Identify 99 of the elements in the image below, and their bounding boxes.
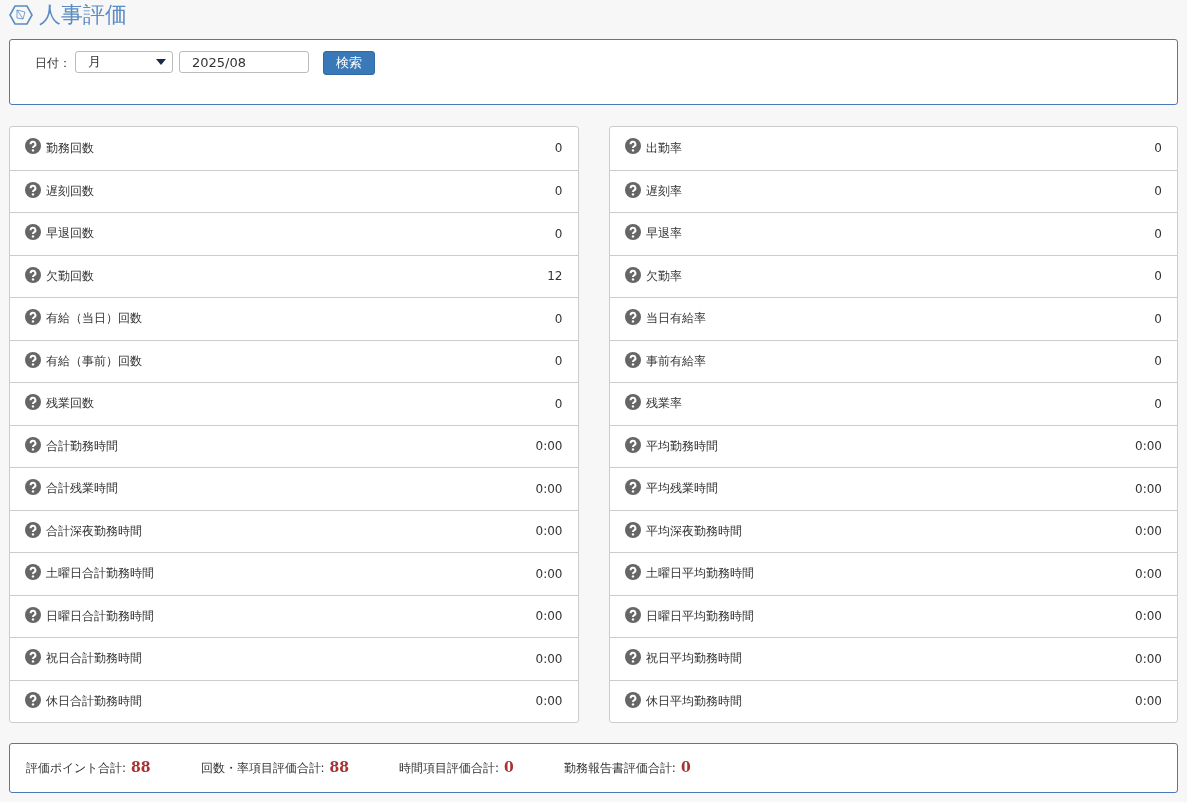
stat-value: 0 — [554, 396, 563, 411]
stat-label: 事前有給率 — [645, 352, 707, 370]
stat-value: 0:00 — [1135, 524, 1162, 539]
help-icon[interactable] — [624, 224, 641, 240]
caret-icon — [156, 59, 166, 65]
help-icon[interactable] — [25, 266, 41, 283]
stat-value: 0 — [554, 226, 563, 241]
page-title: 人事評価 — [39, 1, 127, 29]
summary-value: 88 — [131, 759, 151, 775]
stat-label: 祝日平均勤務時間 — [645, 650, 743, 668]
help-icon[interactable] — [624, 309, 641, 325]
summary-label: 勤務報告書評価合計: — [563, 760, 676, 777]
stat-label: 残業率 — [645, 395, 683, 413]
stat-label: 早退率 — [645, 225, 683, 243]
stat-value: 0 — [1154, 226, 1162, 241]
summary-label: 時間項目評価合計: — [399, 760, 500, 777]
stat-value: 0 — [1154, 396, 1162, 411]
stat-value: 0:00 — [535, 609, 563, 624]
stat-value: 0:00 — [1135, 694, 1162, 709]
stat-label: 土曜日合計勤務時間 — [46, 565, 155, 583]
help-icon[interactable] — [25, 181, 41, 198]
help-icon[interactable] — [25, 606, 41, 623]
help-icon[interactable] — [25, 479, 41, 495]
stat-label: 欠勤回数 — [46, 267, 95, 285]
stat-value: 0 — [1154, 141, 1162, 156]
stat-value: 0 — [1154, 184, 1162, 199]
stat-value: 0:00 — [1135, 439, 1162, 454]
stat-label: 勤務回数 — [46, 139, 95, 157]
help-icon[interactable] — [25, 224, 41, 240]
stat-label: 合計勤務時間 — [46, 437, 119, 455]
help-icon[interactable] — [624, 436, 641, 453]
help-icon[interactable] — [624, 606, 641, 623]
stat-value: 0:00 — [1135, 566, 1162, 581]
help-icon[interactable] — [25, 394, 41, 410]
summary-label: 評価ポイント合計: — [26, 760, 127, 777]
help-icon[interactable] — [624, 138, 641, 154]
stat-label: 休日合計勤務時間 — [46, 692, 143, 710]
stat-value: 0 — [1154, 311, 1162, 326]
summary-value: 0 — [680, 759, 691, 775]
help-icon[interactable] — [624, 479, 641, 495]
help-icon[interactable] — [624, 521, 641, 538]
help-icon[interactable] — [25, 436, 41, 453]
help-icon[interactable] — [25, 351, 41, 368]
hexagon-icon — [9, 3, 33, 27]
help-icon[interactable] — [624, 394, 641, 410]
help-icon[interactable] — [624, 266, 641, 283]
stat-label: 早退回数 — [46, 225, 95, 243]
stat-value: 0 — [1154, 354, 1162, 369]
summary-value: 88 — [329, 759, 350, 775]
stat-value: 0:00 — [535, 694, 563, 709]
stat-label: 当日有給率 — [645, 310, 707, 328]
summary-value: 0 — [504, 759, 514, 775]
stat-label: 有給（当日）回数 — [46, 310, 143, 328]
stat-label: 出勤率 — [645, 139, 683, 157]
stat-value: 0 — [554, 184, 563, 199]
help-icon[interactable] — [25, 691, 41, 708]
stat-value: 0:00 — [535, 439, 563, 454]
stat-value: 0:00 — [535, 566, 563, 581]
help-icon[interactable] — [624, 564, 641, 580]
help-icon[interactable] — [25, 649, 41, 665]
stat-label: 休日平均勤務時間 — [645, 692, 743, 710]
stat-label: 平均深夜勤務時間 — [645, 522, 743, 540]
stat-value: 0:00 — [535, 524, 563, 539]
stat-label: 合計深夜勤務時間 — [46, 522, 143, 540]
stat-label: 日曜日合計勤務時間 — [46, 607, 155, 625]
stat-label: 平均勤務時間 — [645, 437, 719, 455]
help-icon[interactable] — [25, 564, 41, 580]
stat-value: 0 — [1154, 269, 1162, 284]
help-icon[interactable] — [624, 181, 641, 198]
summary-label: 回数・率項目評価合計: — [200, 760, 325, 777]
stat-value: 0:00 — [535, 481, 563, 496]
stat-label: 遅刻回数 — [46, 182, 95, 200]
help-icon[interactable] — [624, 649, 641, 665]
help-icon[interactable] — [25, 521, 41, 538]
period-dropdown[interactable]: 月 — [75, 51, 173, 73]
stat-value: 0 — [554, 141, 563, 156]
stat-label: 欠勤率 — [645, 267, 683, 285]
help-icon[interactable] — [25, 309, 41, 325]
stat-label: 有給（事前）回数 — [46, 352, 143, 370]
date-label: 日付： — [35, 55, 71, 72]
stat-value: 0:00 — [535, 651, 563, 666]
stat-label: 平均残業時間 — [645, 480, 719, 498]
stat-value: 0 — [554, 311, 563, 326]
stat-value: 12 — [547, 269, 563, 284]
stat-value: 0:00 — [1135, 651, 1162, 666]
stat-label: 祝日合計勤務時間 — [46, 650, 143, 668]
stat-label: 合計残業時間 — [46, 480, 119, 498]
stat-label: 日曜日平均勤務時間 — [645, 607, 755, 625]
stat-value: 0:00 — [1135, 481, 1162, 496]
stat-label: 土曜日平均勤務時間 — [645, 565, 755, 583]
help-icon[interactable] — [624, 691, 641, 708]
stat-label: 残業回数 — [46, 395, 95, 413]
help-icon[interactable] — [25, 138, 41, 154]
date-field[interactable]: 2025/08 — [179, 51, 309, 73]
stat-value: 0 — [554, 354, 563, 369]
search-button[interactable]: 検索 — [323, 51, 375, 75]
stat-label: 遅刻率 — [645, 182, 683, 200]
stat-value: 0:00 — [1135, 609, 1162, 624]
help-icon[interactable] — [624, 351, 641, 368]
